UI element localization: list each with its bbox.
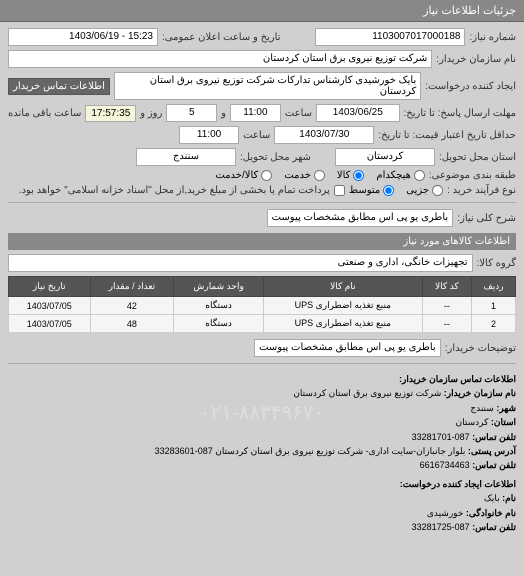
- cell-code: --: [422, 297, 471, 315]
- contact-lastname-label: نام خانوادگی:: [466, 508, 516, 518]
- province-field: کردستان: [335, 148, 435, 166]
- general-desc-label: شرح کلی نیاز:: [457, 213, 516, 224]
- cell-unit: دستگاه: [174, 315, 264, 333]
- process-type-label: نوع فرآیند خرید :: [447, 185, 516, 196]
- goods-table: ردیف کد کالا نام کالا واحد شمارش تعداد /…: [8, 276, 516, 333]
- process-type-radio-group: جزیی متوسط: [349, 185, 443, 196]
- contact-phone-label: تلفن تماس:: [472, 432, 516, 442]
- process-small-radio[interactable]: [432, 185, 443, 196]
- goods-group-label: گروه کالا:: [477, 258, 516, 269]
- classification-label: طبقه بندی موضوعی:: [429, 170, 516, 181]
- process-medium-label: متوسط: [349, 185, 380, 196]
- table-row: 1 -- منبع تغذیه اضطراری UPS دستگاه 42 14…: [9, 297, 516, 315]
- contact-province-value: کردستان: [456, 417, 489, 427]
- request-creator-label: ایجاد کننده درخواست:: [425, 81, 516, 92]
- buyer-contact-button[interactable]: اطلاعات تماس خریدار: [8, 78, 110, 95]
- classification-goods-label: کالا: [337, 170, 351, 181]
- table-row: 2 -- منبع تغذیه اضطراری UPS دستگاه 48 14…: [9, 315, 516, 333]
- header-title: جزئیات اطلاعات نیاز: [423, 5, 516, 17]
- city-label: شهر محل تحویل:: [240, 152, 311, 163]
- contact-city-value: سنندج: [470, 403, 494, 413]
- buyer-note-label: توضیحات خریدار:: [445, 343, 516, 354]
- request-number-field: 1103007017000188: [315, 28, 465, 46]
- th-row: ردیف: [472, 277, 516, 297]
- contact-address-value: بلوار جانبازان-سایت اداری- شرکت توزیع نی…: [155, 446, 466, 456]
- classification-radio-group: هیچکدام کالا خدمت کالا/خدمت: [215, 170, 425, 181]
- response-date-field: 1403/06/25: [316, 104, 399, 122]
- contact-province-label: استان:: [491, 417, 516, 427]
- credit-date-field: 1403/07/30: [274, 126, 374, 144]
- goods-info-title: اطلاعات کالاهای مورد نیاز: [8, 233, 516, 250]
- classification-goods-service-label: کالا/خدمت: [215, 170, 258, 181]
- treasury-checkbox[interactable]: [334, 185, 345, 196]
- th-unit: واحد شمارش: [174, 277, 264, 297]
- contact-fax-label: تلفن تماس:: [472, 460, 516, 470]
- contact-org-label: نام سازمان خریدار:: [444, 388, 516, 398]
- public-datetime-field: 15:23 - 1403/06/19: [8, 28, 158, 46]
- cell-code: --: [422, 315, 471, 333]
- process-note-label: پرداخت تمام یا بخشی از مبلغ خرید,از محل …: [19, 185, 330, 196]
- remaining-and-label: و: [221, 108, 226, 119]
- cell-name: منبع تغذیه اضطراری UPS: [263, 297, 422, 315]
- page-header: جزئیات اطلاعات نیاز: [0, 0, 524, 22]
- form-content: شماره نیاز: 1103007017000188 تاریخ و ساع…: [0, 22, 524, 540]
- th-code: کد کالا: [422, 277, 471, 297]
- cell-unit: دستگاه: [174, 297, 264, 315]
- remaining-days-label: روز و: [140, 108, 162, 119]
- classification-service-label: خدمت: [284, 170, 311, 181]
- public-datetime-label: تاریخ و ساعت اعلان عمومی:: [162, 32, 281, 43]
- credit-deadline-label: حداقل تاریخ اعتبار قیمت: تا تاریخ:: [378, 130, 516, 141]
- city-field: سنندج: [136, 148, 236, 166]
- contact-phone2-value: 087-33281725: [412, 522, 470, 532]
- contact-section: اطلاعات تماس سازمان خریدار: نام سازمان خ…: [8, 372, 516, 534]
- contact-name-value: بایک: [484, 493, 500, 503]
- contact-address-label: آدرس پستی:: [468, 446, 516, 456]
- cell-qty: 42: [90, 297, 174, 315]
- contact-phone2-label: تلفن تماس:: [472, 522, 516, 532]
- cell-date: 1403/07/05: [9, 315, 91, 333]
- cell-date: 1403/07/05: [9, 297, 91, 315]
- cell-row: 2: [472, 315, 516, 333]
- credit-time-field: 11:00: [179, 126, 239, 144]
- goods-group-field: تجهیزات خانگی، اداری و صنعتی: [8, 254, 473, 272]
- request-number-label: شماره نیاز:: [469, 32, 516, 43]
- th-qty: تعداد / مقدار: [90, 277, 174, 297]
- buyer-name-label: نام سازمان خریدار:: [436, 54, 516, 65]
- classification-goods-radio[interactable]: [353, 170, 364, 181]
- contact-name-label: نام:: [502, 493, 516, 503]
- contact-lastname-value: خورشیدی: [427, 508, 464, 518]
- remaining-time-label: ساعت باقی مانده: [8, 108, 81, 119]
- contact-section2-title: اطلاعات ایجاد کننده درخواست:: [8, 477, 516, 491]
- general-desc-field: باطری یو پی اس مطابق مشخصات پیوست: [267, 209, 454, 227]
- th-name: نام کالا: [263, 277, 422, 297]
- request-creator-field: بایک خورشیدی کارشناس تدارکات شرکت توزیع …: [114, 72, 421, 100]
- contact-org-value: شرکت توزیع نیروی برق استان کردستان: [293, 388, 441, 398]
- cell-row: 1: [472, 297, 516, 315]
- cell-name: منبع تغذیه اضطراری UPS: [263, 315, 422, 333]
- contact-city-label: شهر:: [496, 403, 516, 413]
- response-time-label: ساعت: [285, 108, 312, 119]
- contact-phone-value: 087-33281701: [412, 432, 470, 442]
- province-label: استان محل تحویل:: [439, 152, 516, 163]
- process-medium-radio[interactable]: [383, 185, 394, 196]
- classification-none-label: هیچکدام: [376, 170, 411, 181]
- cell-qty: 48: [90, 315, 174, 333]
- process-small-label: جزیی: [406, 185, 429, 196]
- classification-service-radio[interactable]: [314, 170, 325, 181]
- contact-fax-value: 6616734463: [420, 460, 470, 470]
- response-time-field: 11:00: [230, 104, 281, 122]
- buyer-name-field: شرکت توزیع نیروی برق استان کردستان: [8, 50, 432, 68]
- buyer-note-field: باطری یو پی اس مطابق مشخصات پیوست: [254, 339, 441, 357]
- remaining-days-field: 5: [166, 104, 217, 122]
- th-date: تاریخ نیاز: [9, 277, 91, 297]
- credit-time-label: ساعت: [243, 130, 270, 141]
- classification-goods-service-radio[interactable]: [261, 170, 272, 181]
- classification-none-radio[interactable]: [414, 170, 425, 181]
- response-deadline-label: مهلت ارسال پاسخ: تا تاریخ:: [404, 108, 516, 119]
- contact-section1-title: اطلاعات تماس سازمان خریدار:: [8, 372, 516, 386]
- remaining-time-field: 17:57:35: [85, 105, 136, 122]
